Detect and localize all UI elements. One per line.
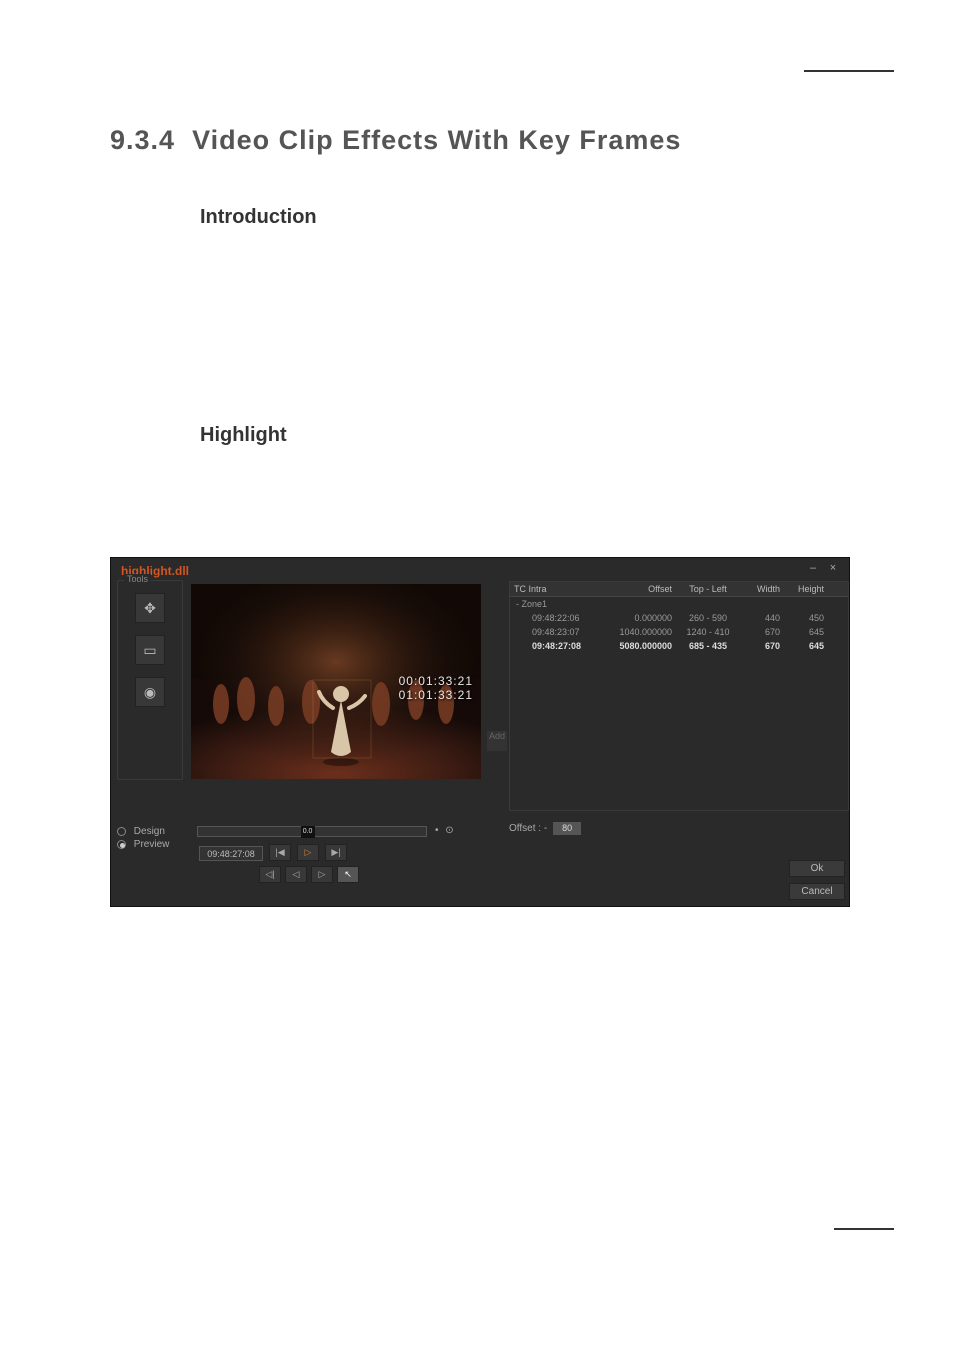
radio-design-label: Design	[134, 826, 165, 837]
cell-offset: 5080.000000	[602, 639, 676, 653]
header-rule	[804, 70, 894, 72]
left-pane: Tools ✥ ▭ ◉	[111, 576, 489, 906]
col-height: Height	[784, 582, 828, 596]
cell-width: 670	[740, 639, 784, 653]
cell-topleft: 1240 - 410	[676, 625, 740, 639]
cell-offset: 1040.000000	[602, 625, 676, 639]
offset-input[interactable]: 80	[553, 822, 581, 835]
tools-label: Tools	[124, 574, 151, 584]
tool-move-button[interactable]: ✥	[135, 593, 165, 623]
offset-label: Offset : -	[509, 823, 547, 834]
cell-height: 645	[784, 639, 828, 653]
radio-preview-label: Preview	[134, 839, 170, 850]
col-tc-intra: TC Intra	[510, 582, 602, 596]
col-width: Width	[740, 582, 784, 596]
close-icon[interactable]: ×	[827, 563, 839, 575]
slider-marker[interactable]: 0.0	[301, 826, 315, 838]
right-pane: TC Intra Offset Top - Left Width Height …	[509, 576, 849, 906]
col-offset: Offset	[602, 582, 676, 596]
play-button[interactable]: ▷	[297, 844, 319, 861]
transport-row-2: ◁| ◁ ▷ ↖	[259, 866, 359, 883]
section-number: 9.3.4	[110, 125, 175, 155]
cell-topleft: 685 - 435	[676, 639, 740, 653]
last-frame-button[interactable]: ▶|	[325, 844, 347, 861]
cell-width: 670	[740, 625, 784, 639]
transport-row-1: |◀ ▷ ▶|	[269, 844, 347, 861]
highlight-dialog: highlight.dll – × Tools ✥ ▭ ◉	[110, 557, 850, 907]
table-header: TC Intra Offset Top - Left Width Height	[510, 582, 848, 597]
timecode-overlay: 00:01:33:21 01:01:33:21	[399, 674, 473, 702]
zone-label[interactable]: - Zone1	[510, 597, 848, 611]
cell-tc: 09:48:22:06	[510, 611, 602, 625]
step-forward-button[interactable]: ▷	[311, 866, 333, 883]
cell-width: 440	[740, 611, 784, 625]
playback-controls: Design Preview 0.0 • ⊙ 09:48:27:08 |◀ ▷ …	[117, 824, 487, 904]
cell-offset: 0.000000	[602, 611, 676, 625]
tools-group: Tools ✥ ▭ ◉	[117, 580, 183, 780]
pointer-button[interactable]: ↖	[337, 866, 359, 883]
cell-tc: 09:48:27:08	[510, 639, 602, 653]
loop-icons[interactable]: • ⊙	[435, 825, 456, 836]
footer-rule	[834, 1228, 894, 1230]
video-preview[interactable]: 00:01:33:21 01:01:33:21	[191, 584, 481, 779]
timecode-field[interactable]: 09:48:27:08	[199, 846, 263, 861]
subheading-highlight: Highlight	[200, 424, 894, 447]
tool-rect-button[interactable]: ▭	[135, 635, 165, 665]
radio-dot-icon	[117, 840, 126, 849]
section-title: 9.3.4 Video Clip Effects With Key Frames	[110, 125, 894, 156]
col-top-left: Top - Left	[676, 582, 740, 596]
section-title-text: Video Clip Effects With Key Frames	[192, 125, 681, 155]
cell-tc: 09:48:23:07	[510, 625, 602, 639]
tc-overlay-line2: 01:01:33:21	[399, 688, 473, 702]
table-row[interactable]: 09:48:22:06 0.000000 260 - 590 440 450	[510, 611, 848, 625]
keyframe-table: TC Intra Offset Top - Left Width Height …	[509, 581, 849, 811]
cell-topleft: 260 - 590	[676, 611, 740, 625]
radio-dot-icon	[117, 827, 126, 836]
tc-overlay-line1: 00:01:33:21	[399, 674, 473, 688]
rewind-button[interactable]: ◁|	[259, 866, 281, 883]
subheading-introduction: Introduction	[200, 206, 894, 229]
first-frame-button[interactable]: |◀	[269, 844, 291, 861]
step-back-button[interactable]: ◁	[285, 866, 307, 883]
add-button[interactable]: Add	[487, 731, 507, 751]
dialog-buttons: Ok Cancel	[789, 860, 845, 900]
offset-row: Offset : - 80	[509, 822, 581, 835]
table-row[interactable]: 09:48:23:07 1040.000000 1240 - 410 670 6…	[510, 625, 848, 639]
ok-button[interactable]: Ok	[789, 860, 845, 877]
table-row[interactable]: 09:48:27:08 5080.000000 685 - 435 670 64…	[510, 639, 848, 653]
cell-height: 450	[784, 611, 828, 625]
tool-focus-button[interactable]: ◉	[135, 677, 165, 707]
cancel-button[interactable]: Cancel	[789, 883, 845, 900]
minimize-icon[interactable]: –	[807, 563, 819, 575]
timeline-slider[interactable]: 0.0	[197, 826, 427, 837]
cell-height: 645	[784, 625, 828, 639]
